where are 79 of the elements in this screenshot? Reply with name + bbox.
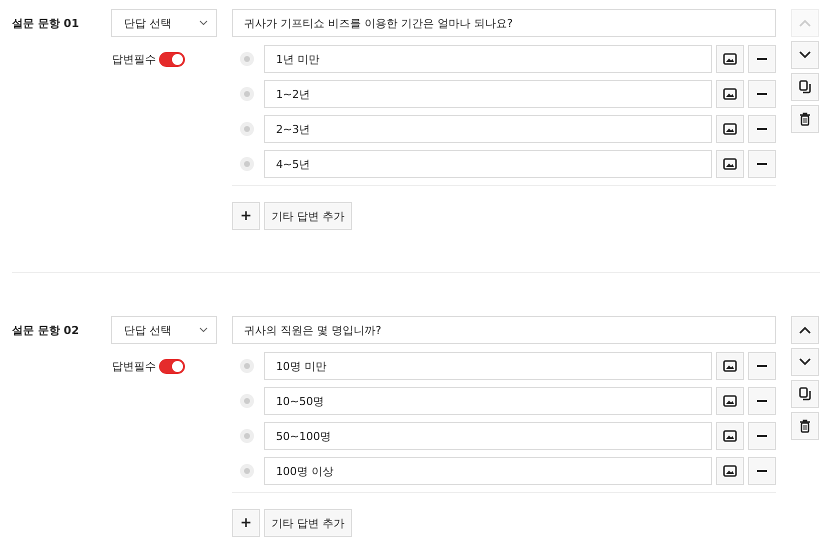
radio-button[interactable] <box>240 359 254 373</box>
chevron-up-icon <box>799 19 811 27</box>
minus-icon <box>757 58 768 60</box>
chevron-down-icon <box>199 327 208 333</box>
option-field[interactable]: 1~2년 <box>264 80 712 108</box>
copy-button[interactable] <box>791 73 819 101</box>
radio-button[interactable] <box>240 87 254 101</box>
image-icon <box>723 465 738 477</box>
image-button[interactable] <box>716 387 744 415</box>
chevron-down-icon <box>799 51 811 59</box>
answer-type-dropdown[interactable]: 단답 선택 <box>111 9 217 37</box>
option-field[interactable]: 50~100명 <box>264 422 712 450</box>
remove-option-button[interactable] <box>748 457 776 485</box>
chevron-down-icon <box>199 20 208 26</box>
image-button[interactable] <box>716 352 744 380</box>
chevron-up-icon <box>799 326 811 334</box>
option-field[interactable]: 1년 미만 <box>264 45 712 73</box>
copy-button[interactable] <box>791 380 819 408</box>
image-button[interactable] <box>716 150 744 178</box>
remove-option-button[interactable] <box>748 45 776 73</box>
add-option-button[interactable]: + <box>232 202 260 230</box>
delete-button[interactable] <box>791 412 819 440</box>
answer-type-dropdown[interactable]: 단답 선택 <box>111 316 217 344</box>
radio-button[interactable] <box>240 429 254 443</box>
remove-option-button[interactable] <box>748 115 776 143</box>
radio-button[interactable] <box>240 52 254 66</box>
radio-button[interactable] <box>240 394 254 408</box>
image-icon <box>723 53 738 65</box>
trash-icon <box>799 419 811 433</box>
required-label: 답변필수 <box>112 52 156 67</box>
image-button[interactable] <box>716 457 744 485</box>
option-field[interactable]: 100명 이상 <box>264 457 712 485</box>
required-toggle[interactable] <box>159 52 185 67</box>
image-icon <box>723 123 738 135</box>
add-other-answer-button[interactable]: 기타 답변 추가 <box>264 509 352 537</box>
delete-button[interactable] <box>791 105 819 133</box>
minus-icon <box>757 365 768 367</box>
trash-icon <box>799 112 811 126</box>
move-down-button[interactable] <box>791 348 819 376</box>
image-button[interactable] <box>716 115 744 143</box>
option-field[interactable]: 4~5년 <box>264 150 712 178</box>
copy-icon <box>799 387 811 401</box>
radio-button[interactable] <box>240 157 254 171</box>
option-field[interactable]: 2~3년 <box>264 115 712 143</box>
question-field[interactable]: 귀사의 직원은 몇 명입니까? <box>232 316 776 344</box>
radio-button[interactable] <box>240 464 254 478</box>
add-other-answer-button[interactable]: 기타 답변 추가 <box>264 202 352 230</box>
image-icon <box>723 360 738 372</box>
move-down-button[interactable] <box>791 41 819 69</box>
question-field[interactable]: 귀사가 기프티쇼 비즈를 이용한 기간은 얼마나 되나요? <box>232 9 776 37</box>
add-option-button[interactable]: + <box>232 509 260 537</box>
image-button[interactable] <box>716 45 744 73</box>
remove-option-button[interactable] <box>748 150 776 178</box>
remove-option-button[interactable] <box>748 80 776 108</box>
required-label: 답변필수 <box>112 359 156 374</box>
remove-option-button[interactable] <box>748 422 776 450</box>
option-field[interactable]: 10~50명 <box>264 387 712 415</box>
remove-option-button[interactable] <box>748 387 776 415</box>
image-icon <box>723 430 738 442</box>
minus-icon <box>757 93 768 95</box>
minus-icon <box>757 400 768 402</box>
image-icon <box>723 395 738 407</box>
option-field[interactable]: 10명 미만 <box>264 352 712 380</box>
image-icon <box>723 158 738 170</box>
image-icon <box>723 88 738 100</box>
minus-icon <box>757 163 768 165</box>
question-label: 설문 문항 01 <box>12 17 79 30</box>
copy-icon <box>799 80 811 94</box>
chevron-down-icon <box>799 358 811 366</box>
image-button[interactable] <box>716 422 744 450</box>
required-toggle[interactable] <box>159 359 185 374</box>
image-button[interactable] <box>716 80 744 108</box>
question-label: 설문 문항 02 <box>12 324 79 337</box>
move-up-button[interactable] <box>791 316 819 344</box>
radio-button[interactable] <box>240 122 254 136</box>
minus-icon <box>757 470 768 472</box>
remove-option-button[interactable] <box>748 352 776 380</box>
minus-icon <box>757 128 768 130</box>
minus-icon <box>757 435 768 437</box>
